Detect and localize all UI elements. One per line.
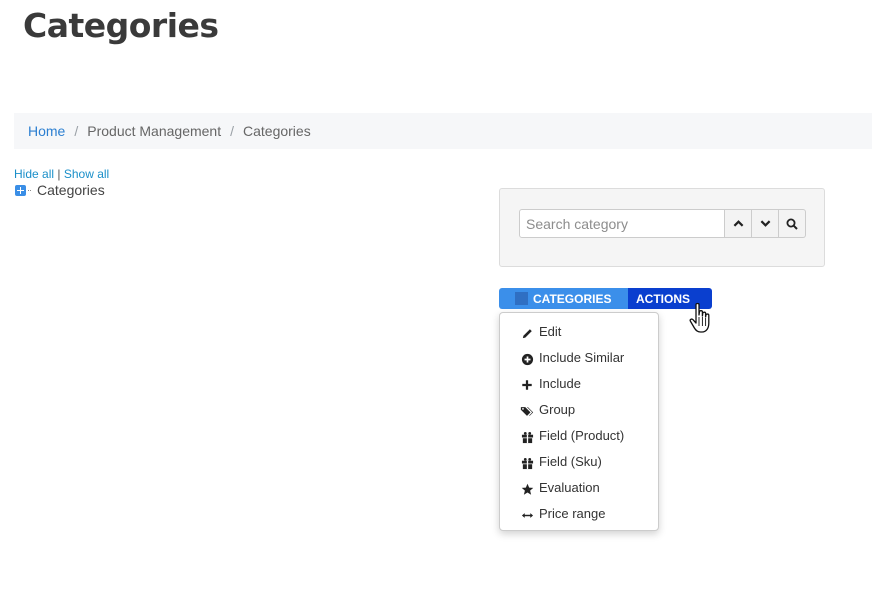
tree-toggle-links: Hide all | Show all <box>14 167 109 181</box>
pencil-icon <box>520 326 534 340</box>
categories-button-label: CATEGORIES <box>533 291 612 306</box>
actions-button-label: ACTIONS <box>636 291 690 306</box>
tree-connector: ·· <box>27 185 32 195</box>
gift-icon <box>520 430 534 444</box>
menu-item-group[interactable]: Group <box>500 396 658 422</box>
star-icon <box>520 482 534 496</box>
tree-root-node: ·· Categories <box>15 182 105 198</box>
breadcrumb-home-link[interactable]: Home <box>28 123 65 139</box>
menu-item-label: Price range <box>539 505 606 521</box>
menu-item-field-sku[interactable]: Field (Sku) <box>500 448 658 474</box>
actions-dropdown-menu: Edit Include Similar Include Group Field… <box>499 312 659 531</box>
menu-item-label: Group <box>539 401 576 417</box>
hide-all-link[interactable]: Hide all <box>14 167 54 181</box>
menu-item-label: Evaluation <box>539 479 600 495</box>
plus-icon <box>520 378 534 392</box>
menu-item-label: Include <box>539 375 581 391</box>
hand-cursor-icon <box>689 302 710 333</box>
toggle-divider: | <box>57 167 61 181</box>
previous-result-button[interactable] <box>725 209 752 238</box>
square-icon <box>515 292 528 305</box>
show-all-link[interactable]: Show all <box>64 167 109 181</box>
menu-item-label: Edit <box>539 323 562 339</box>
search-icon <box>786 218 798 230</box>
menu-item-evaluation[interactable]: Evaluation <box>500 474 658 500</box>
breadcrumb-current: Categories <box>243 123 311 139</box>
plus-circle-icon <box>520 352 534 366</box>
menu-item-include-similar[interactable]: Include Similar <box>500 344 658 370</box>
chevron-up-icon <box>733 220 743 227</box>
page-title: Categories <box>23 6 219 45</box>
menu-item-include[interactable]: Include <box>500 370 658 396</box>
menu-item-price-range[interactable]: Price range <box>500 500 658 526</box>
menu-item-label: Field (Sku) <box>539 453 602 469</box>
breadcrumb: Home / Product Management / Categories <box>14 113 872 149</box>
expand-plus-icon[interactable] <box>15 184 26 196</box>
search-group <box>519 209 806 238</box>
breadcrumb-product-management: Product Management <box>87 123 222 139</box>
next-result-button[interactable] <box>752 209 779 238</box>
menu-item-field-product[interactable]: Field (Product) <box>500 422 658 448</box>
breadcrumb-separator: / <box>230 123 234 139</box>
search-input[interactable] <box>519 209 725 238</box>
breadcrumb-separator: / <box>74 123 79 139</box>
gift-icon <box>520 456 534 470</box>
menu-item-label: Field (Product) <box>539 427 625 443</box>
tree-root-label[interactable]: Categories <box>37 182 105 198</box>
arrows-horizontal-icon <box>520 508 534 522</box>
menu-item-edit[interactable]: Edit <box>500 318 658 344</box>
chevron-down-icon <box>760 220 770 227</box>
search-button[interactable] <box>779 209 806 238</box>
search-panel <box>499 188 825 267</box>
categories-button[interactable]: CATEGORIES <box>499 288 628 309</box>
menu-item-label: Include Similar <box>539 349 625 365</box>
tags-icon <box>520 404 534 418</box>
